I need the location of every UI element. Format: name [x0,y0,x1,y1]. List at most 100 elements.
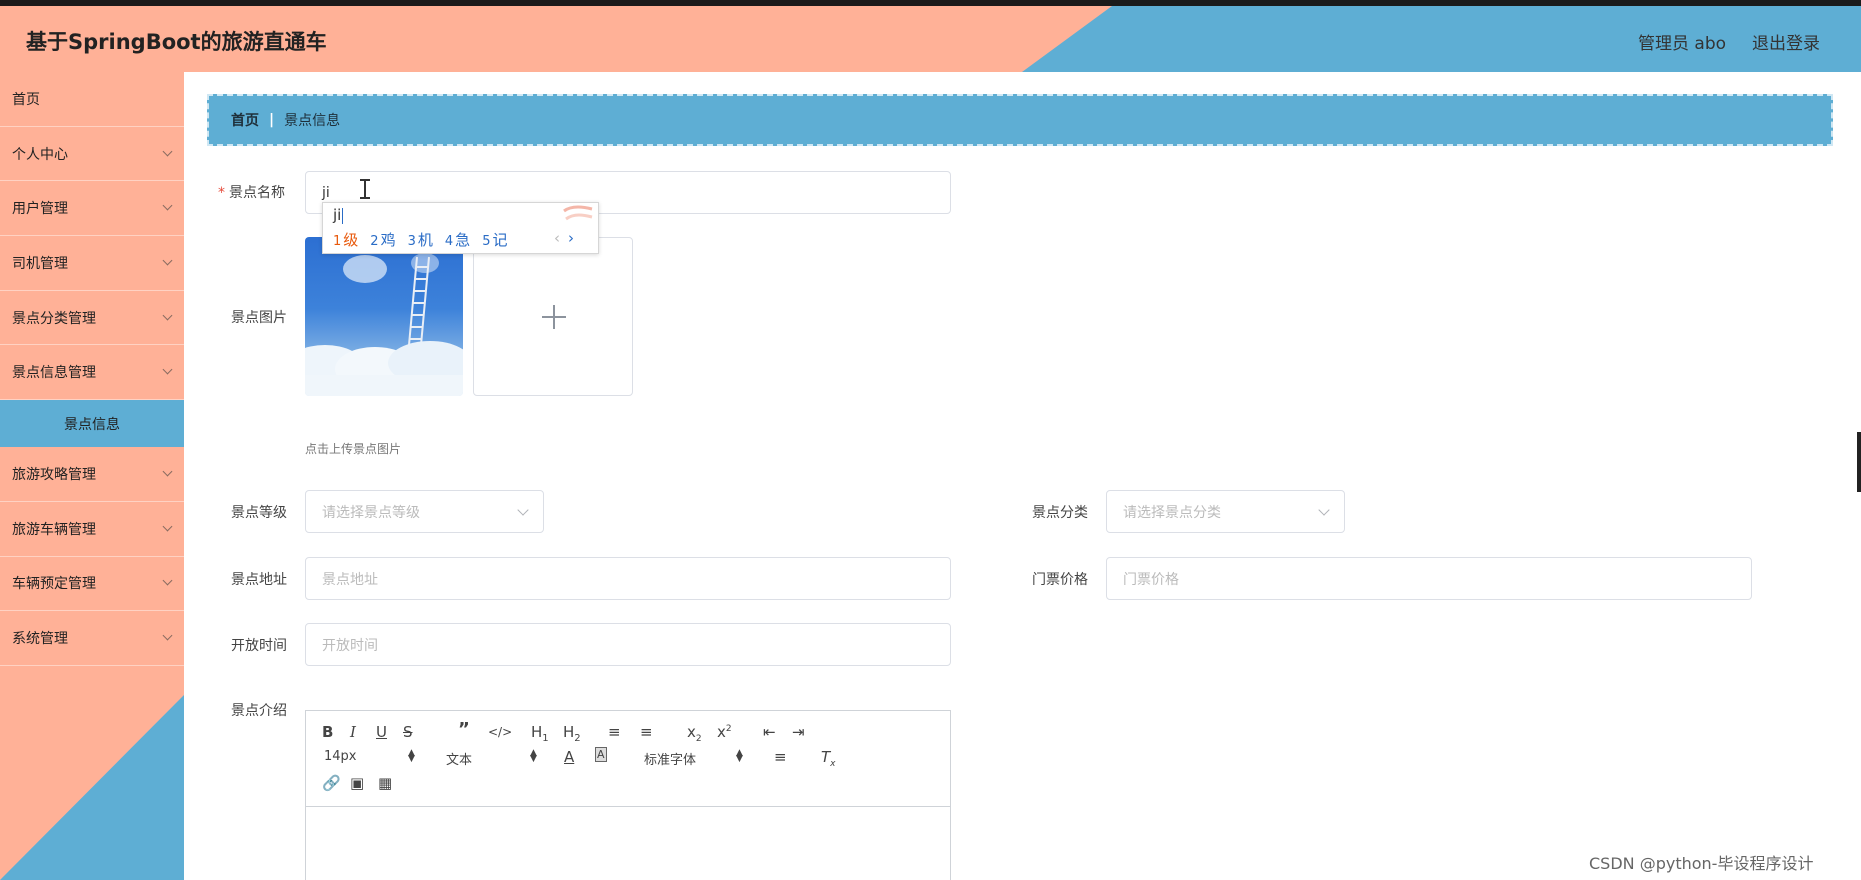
ime-next-icon[interactable]: › [568,229,574,247]
link-icon[interactable]: 🔗 [322,773,341,793]
category-select[interactable]: 请选择景点分类 [1106,490,1345,533]
sidebar-item-label: 景点分类管理 [12,310,96,327]
font-family-value: 标准字体 [644,753,697,768]
ime-candidate-text: 级 [343,231,359,249]
bold-icon[interactable]: B [322,722,333,742]
hours-input[interactable]: 开放时间 [305,623,951,666]
address-input-placeholder: 景点地址 [322,571,378,588]
sidebar-item-user-management[interactable]: 用户管理 [0,181,184,237]
ime-candidate[interactable]: 3机 [408,229,433,250]
ime-candidate[interactable]: 2鸡 [370,229,395,250]
hours-input-placeholder: 开放时间 [322,637,378,654]
select-updown-icon: ▲ ▼ [736,748,743,764]
chevron-down-icon [517,504,529,516]
ime-candidate-text: 记 [492,231,508,249]
ime-prev-icon[interactable]: ‹ [554,229,560,247]
image-label: 景点图片 [231,310,287,326]
sidebar-item-category-management[interactable]: 景点分类管理 [0,291,184,346]
ime-candidate[interactable]: 5记 [482,229,507,250]
font-family-select[interactable]: 标准字体 ▲ ▼ [644,748,744,769]
select-updown-icon: ▲ ▼ [408,748,415,764]
strikethrough-icon[interactable]: S [403,722,413,742]
ime-candidate-popup: ji 1级 2鸡 3机 4急 5记 ‹ › [322,202,599,254]
ime-candidate[interactable]: 1级 [333,229,358,250]
text-cursor-icon [360,178,370,200]
price-input[interactable]: 门票价格 [1106,557,1752,600]
current-user: 管理员 abo [1638,34,1727,54]
chevron-down-icon [162,200,173,211]
superscript-icon[interactable]: x2 [717,719,732,742]
level-select[interactable]: 请选择景点等级 [305,490,544,533]
indent-icon[interactable]: ⇥ [792,722,805,742]
ime-candidate-text: 鸡 [380,231,396,249]
ime-logo-icon [563,205,593,221]
ime-candidates: 1级 2鸡 3机 4急 5记 [333,229,507,250]
font-size-value: 14px [324,749,357,764]
name-label-text: 景点名称 [229,185,285,201]
plus-icon-vertical [553,305,555,329]
sidebar-menu: 首页 个人中心 用户管理 司机管理 景点分类管理 景点信息管理 景点信息 旅游攻… [0,72,184,666]
uploaded-image-thumbnail[interactable] [305,237,463,396]
level-label: 景点等级 [231,505,287,521]
video-icon[interactable]: ▦ [378,773,392,793]
sidebar-item-driver-management[interactable]: 司机管理 [0,236,184,291]
sidebar-item-booking-management[interactable]: 车辆预定管理 [0,557,184,612]
clear-format-icon[interactable]: Tx [821,747,836,774]
align-icon[interactable]: ≡ [774,747,787,767]
sidebar-item-home[interactable]: 首页 [0,72,184,127]
ime-composition: ji [333,206,344,224]
ime-candidate-num: 3 [407,234,416,249]
breadcrumb-separator: | [269,112,275,128]
address-input[interactable]: 景点地址 [305,557,951,600]
bullet-list-icon[interactable]: ≡ [640,722,653,742]
chevron-down-icon [162,364,173,375]
blockquote-icon[interactable]: ” [458,720,470,740]
sidebar-item-personal-center[interactable]: 个人中心 [0,127,184,182]
category-label: 景点分类 [1032,505,1088,521]
breadcrumb-home[interactable]: 首页 [231,110,259,130]
sidebar-item-label: 景点信息管理 [12,365,96,382]
underline-icon[interactable]: U [376,722,387,742]
sidebar-item-vehicle-management[interactable]: 旅游车辆管理 [0,502,184,557]
background-color-icon[interactable]: A [595,747,607,762]
category-select-placeholder: 请选择景点分类 [1123,504,1221,521]
outdent-icon[interactable]: ⇤ [763,722,776,742]
sidebar-item-label: 司机管理 [12,255,68,272]
sidebar-item-system-management[interactable]: 系统管理 [0,611,184,666]
logout-button[interactable]: 退出登录 [1752,29,1820,54]
subscript-icon[interactable]: x2 [687,722,702,749]
chevron-down-icon [162,575,173,586]
font-color-icon[interactable]: A [564,747,574,767]
sidebar-subitem-label: 景点信息 [64,416,120,433]
italic-icon[interactable]: I [350,722,356,742]
name-label: * 景点名称 [218,182,285,202]
sidebar-item-label: 旅游车辆管理 [12,521,96,538]
sidebar-item-label: 用户管理 [12,201,68,218]
ordered-list-icon[interactable]: ≡ [608,722,621,742]
ime-candidate-text: 机 [417,231,433,249]
level-select-placeholder: 请选择景点等级 [322,504,420,521]
code-block-icon[interactable]: </> [488,722,512,742]
image-upload-button[interactable] [473,237,633,396]
sidebar-item-label: 系统管理 [12,631,68,648]
app-title: 基于SpringBoot的旅游直通车 [26,30,327,54]
name-input-value: ji [322,184,330,201]
paragraph-select[interactable]: 文本 ▲ ▼ [446,749,541,769]
image-icon[interactable]: ▣ [350,773,364,793]
watermark: CSDN @python-毕设程序设计 [1589,854,1814,873]
heading1-icon[interactable]: H1 [531,722,549,749]
sidebar-item-travel-guide-management[interactable]: 旅游攻略管理 [0,447,184,502]
ime-candidate-num: 5 [482,234,491,249]
heading2-icon[interactable]: H2 [563,722,581,749]
sidebar-subitem-scenic-info[interactable]: 景点信息 [0,400,184,448]
chevron-down-icon [162,146,173,156]
scrollbar-thumb[interactable] [1857,432,1861,492]
price-label: 门票价格 [1032,572,1088,588]
sidebar-item-scenic-info-management[interactable]: 景点信息管理 [0,345,184,401]
paragraph-value: 文本 [446,753,473,768]
breadcrumb-current: 景点信息 [284,113,341,129]
font-size-select[interactable]: 14px ▲ ▼ [324,749,419,767]
ime-candidate[interactable]: 4急 [445,229,470,250]
header: 基于SpringBoot的旅游直通车 管理员 abo 退出登录 [0,6,1861,72]
hours-label: 开放时间 [231,638,287,654]
